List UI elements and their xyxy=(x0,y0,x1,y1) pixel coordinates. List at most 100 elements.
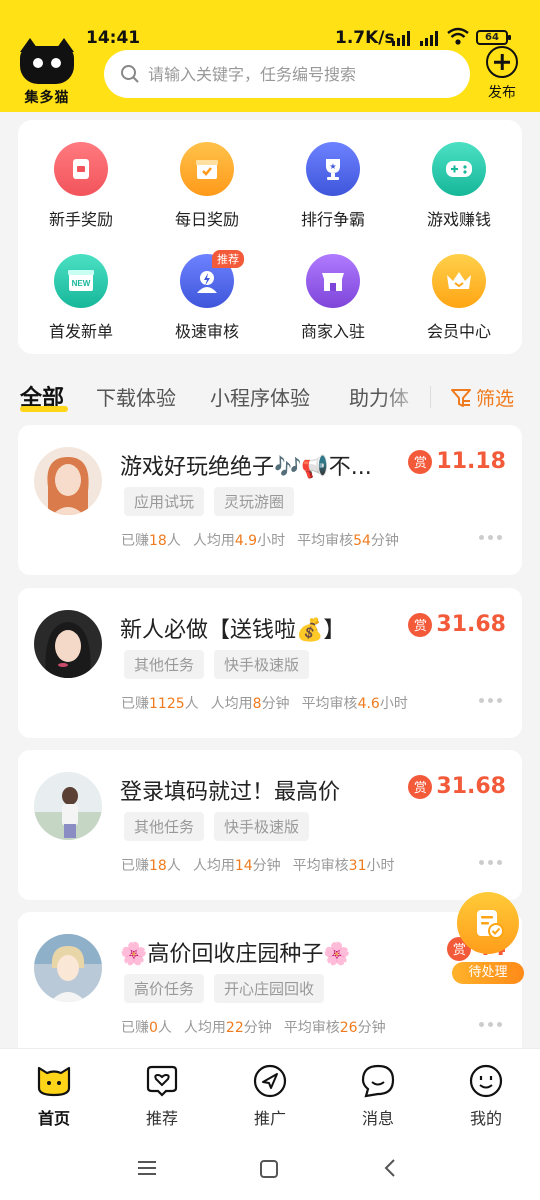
task-card[interactable]: 登录填码就过！最高价 赏 31.68 其他任务 快手极速版 已赚18人 人均用14… xyxy=(18,750,522,900)
divider xyxy=(430,386,431,408)
pending-button[interactable]: 待处理 xyxy=(452,892,524,988)
signal-icon xyxy=(392,30,410,46)
smile-face-icon xyxy=(468,1063,504,1099)
tab-download[interactable]: 下载体验 xyxy=(96,382,176,411)
filter-icon xyxy=(451,388,471,407)
svg-text:★: ★ xyxy=(329,162,336,171)
grid-label: 游戏赚钱 xyxy=(426,210,491,229)
grid-item-game-earn[interactable]: 游戏赚钱 xyxy=(396,142,522,230)
menu-icon[interactable] xyxy=(136,1158,158,1178)
grid-item-ranking[interactable]: ★ 排行争霸 xyxy=(270,142,396,230)
more-icon[interactable] xyxy=(479,860,502,865)
calendar-gift-icon xyxy=(180,142,234,196)
home-square-icon[interactable] xyxy=(258,1158,280,1180)
cat-home-icon xyxy=(36,1063,72,1099)
more-icon[interactable] xyxy=(479,698,502,703)
grid-item-first-order[interactable]: NEW 首发新单 xyxy=(18,254,144,342)
reward: 赏 31.68 xyxy=(408,612,506,637)
reward-tag: 赏 xyxy=(408,774,433,799)
grid-label: 极速审核 xyxy=(174,322,239,341)
tab-miniprogram[interactable]: 小程序体验 xyxy=(210,382,310,411)
grid-label: 新手奖励 xyxy=(48,210,113,229)
send-icon xyxy=(252,1063,288,1099)
task-title: 🌸高价回收庄园种子🌸 xyxy=(120,942,351,967)
grid-item-daily-reward[interactable]: 每日奖励 xyxy=(144,142,270,230)
grid-label: 排行争霸 xyxy=(300,210,365,229)
task-tag: 开心庄园回收 xyxy=(214,974,325,1003)
task-stats: 已赚0人 人均用22分钟 平均审核26分钟 xyxy=(121,1020,386,1036)
search-input[interactable] xyxy=(148,64,468,84)
grid-label: 首发新单 xyxy=(48,322,113,341)
task-tags: 高价任务 开心庄园回收 xyxy=(124,974,325,1003)
cat-logo-icon xyxy=(20,38,74,84)
grid-label: 每日奖励 xyxy=(174,210,239,229)
filter-button[interactable]: 筛选 xyxy=(450,384,514,411)
gift-envelope-icon xyxy=(54,142,108,196)
nav-label: 我的 xyxy=(469,1109,502,1128)
search-bar[interactable] xyxy=(104,50,470,98)
logo-text: 集多猫 xyxy=(24,90,70,106)
task-tags: 应用试玩 灵玩游圈 xyxy=(124,487,295,516)
task-tag: 快手极速版 xyxy=(214,812,310,841)
nav-label: 推荐 xyxy=(145,1109,178,1128)
back-icon[interactable] xyxy=(382,1158,398,1178)
app-logo: 集多猫 xyxy=(18,38,76,106)
grid-item-fast-review[interactable]: 推荐 极速审核 xyxy=(144,250,270,342)
nav-label: 推广 xyxy=(253,1109,286,1128)
svg-text:NEW: NEW xyxy=(72,279,91,288)
reward: 赏 31.68 xyxy=(408,774,506,799)
system-nav-bar xyxy=(0,1138,540,1200)
task-tag: 应用试玩 xyxy=(124,487,205,516)
task-card[interactable]: 游戏好玩绝绝子🎶📢不... 赏 11.18 应用试玩 灵玩游圈 已赚18人 人均用… xyxy=(18,425,522,575)
task-tag: 快手极速版 xyxy=(214,650,310,679)
nav-messages[interactable]: 消息 xyxy=(324,1063,432,1129)
plus-circle-icon xyxy=(486,46,518,78)
heart-bubble-icon xyxy=(144,1063,180,1099)
gamepad-icon xyxy=(432,142,486,196)
chat-bubble-icon xyxy=(360,1063,396,1099)
task-tag: 其他任务 xyxy=(124,812,205,841)
task-stats: 已赚18人 人均用14分钟 平均审核31小时 xyxy=(121,858,395,874)
signal-icon xyxy=(420,30,438,46)
nav-label: 消息 xyxy=(361,1109,394,1128)
task-stats: 已赚1125人 人均用8分钟 平均审核4.6小时 xyxy=(121,696,408,712)
reward-amount: 31.68 xyxy=(436,774,506,799)
task-stats: 已赚18人 人均用4.9小时 平均审核54分钟 xyxy=(121,533,399,549)
nav-home[interactable]: 首页 xyxy=(0,1063,108,1129)
reward-tag: 赏 xyxy=(408,449,433,474)
grid-item-newbie-reward[interactable]: 新手奖励 xyxy=(18,142,144,230)
task-card[interactable]: 新人必做【送钱啦💰】 赏 31.68 其他任务 快手极速版 已赚1125人 人均用… xyxy=(18,588,522,738)
grid-label: 商家入驻 xyxy=(300,322,365,341)
task-tags: 其他任务 快手极速版 xyxy=(124,650,310,679)
new-badge-icon: NEW xyxy=(54,254,108,308)
more-icon[interactable] xyxy=(479,535,502,540)
app-header: 14:41 1.7K/s 64 集多猫 发布 xyxy=(0,0,540,112)
pending-label: 待处理 xyxy=(452,962,524,984)
document-check-icon xyxy=(457,892,519,954)
wifi-icon xyxy=(447,27,469,45)
publish-button[interactable]: 发布 xyxy=(484,46,520,102)
filter-label: 筛选 xyxy=(476,388,515,410)
search-icon xyxy=(121,65,139,83)
status-time: 14:41 xyxy=(86,28,141,48)
nav-recommend[interactable]: 推荐 xyxy=(108,1063,216,1129)
avatar xyxy=(34,934,102,1002)
grid-item-merchant[interactable]: 商家入驻 xyxy=(270,254,396,342)
task-tags: 其他任务 快手极速版 xyxy=(124,812,310,841)
bottom-nav: 首页 推荐 推广 消息 我的 xyxy=(0,1048,540,1138)
task-tag: 高价任务 xyxy=(124,974,205,1003)
nav-profile[interactable]: 我的 xyxy=(432,1063,540,1129)
status-bar: 14:41 1.7K/s 64 xyxy=(0,24,540,52)
task-tag: 其他任务 xyxy=(124,650,205,679)
trophy-icon: ★ xyxy=(306,142,360,196)
tab-active-indicator xyxy=(20,406,68,412)
more-icon[interactable] xyxy=(479,1022,502,1027)
network-speed: 1.7K/s xyxy=(335,28,395,48)
nav-promote[interactable]: 推广 xyxy=(216,1063,324,1129)
avatar xyxy=(34,447,102,515)
recommend-badge: 推荐 xyxy=(212,250,244,268)
avatar xyxy=(34,610,102,678)
feature-grid: 新手奖励 每日奖励 ★ 排行争霸 游戏赚钱 NEW 首发新单 推荐 极速审核 商… xyxy=(18,120,522,354)
task-card[interactable]: 🌸高价回收庄园种子🌸 赏 44 高价任务 开心庄园回收 已赚0人人均用22分钟平… xyxy=(18,912,522,1062)
grid-item-vip[interactable]: 会员中心 xyxy=(396,254,522,342)
